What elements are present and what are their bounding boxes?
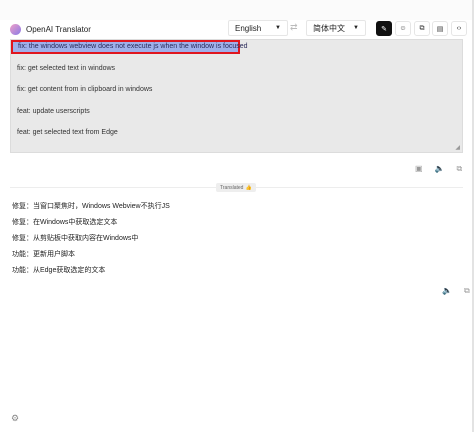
window-titlebar bbox=[0, 0, 474, 20]
chevron-down-icon: ▼ bbox=[275, 25, 281, 31]
source-language-label: English bbox=[235, 23, 262, 33]
speaker-icon[interactable]: 🔈 bbox=[442, 286, 452, 296]
copy-icon[interactable]: ⧉ bbox=[457, 164, 463, 174]
summarize-mode-button[interactable]: ⧉ bbox=[414, 21, 430, 36]
target-language-select[interactable]: 简体中文 ▼ bbox=[306, 20, 366, 36]
output-line: 修复：从剪贴板中获取内容在Windows中 bbox=[12, 235, 139, 242]
status-label: Translated bbox=[220, 184, 244, 191]
source-language-select[interactable]: English ▼ bbox=[228, 20, 288, 36]
code-mode-button[interactable]: ‹› bbox=[451, 21, 467, 36]
swap-arrows-icon[interactable]: ⇄ bbox=[290, 22, 298, 33]
output-line: 修复：当窗口聚焦时，Windows Webview不执行JS bbox=[12, 203, 170, 210]
input-line: fix: get content from in clipboard in wi… bbox=[17, 86, 153, 93]
polish-mode-button[interactable]: ☺ bbox=[395, 21, 411, 36]
ocr-icon[interactable]: ▣ bbox=[415, 164, 423, 174]
selected-line: fix: the windows webview does not execut… bbox=[18, 43, 248, 50]
source-text-area[interactable]: fix: the windows webview does not execut… bbox=[10, 39, 463, 153]
selected-text-highlight: fix: the windows webview does not execut… bbox=[11, 40, 248, 54]
speaker-icon[interactable]: 🔈 bbox=[435, 164, 445, 174]
status-badge: Translated 👍 bbox=[216, 183, 256, 192]
translate-icon: ✎ bbox=[381, 25, 387, 33]
code-icon: ‹› bbox=[456, 25, 462, 32]
input-line: feat: update userscripts bbox=[17, 108, 90, 115]
settings-gear-icon[interactable]: ⚙ bbox=[11, 413, 19, 424]
input-actions: ▣ 🔈 ⧉ ⌫ bbox=[415, 164, 474, 174]
input-line: feat: get selected text from Edge bbox=[17, 129, 118, 136]
app-title: OpenAI Translator bbox=[26, 24, 91, 34]
output-line: 功能：更新用户脚本 bbox=[12, 251, 75, 258]
list-icon: ▤ bbox=[436, 25, 444, 33]
app-logo-icon bbox=[10, 23, 21, 35]
thumbs-up-icon: 👍 bbox=[245, 184, 252, 191]
analyze-mode-button[interactable]: ▤ bbox=[432, 21, 448, 36]
output-line: 修复：在Windows中获取选定文本 bbox=[12, 219, 118, 226]
copy-icon[interactable]: ⧉ bbox=[464, 286, 470, 296]
resize-handle-icon[interactable]: ◢ bbox=[455, 144, 460, 151]
target-language-label: 简体中文 bbox=[313, 23, 345, 33]
input-line: fix: get selected text in windows bbox=[17, 65, 116, 72]
output-actions: 🔈 ⧉ bbox=[442, 286, 470, 296]
chevron-down-icon: ▼ bbox=[353, 25, 359, 31]
output-line: 功能：从Edge获取选定的文本 bbox=[12, 267, 106, 274]
app-brand: OpenAI Translator bbox=[10, 22, 91, 36]
translate-mode-button[interactable]: ✎ bbox=[376, 21, 392, 36]
document-icon: ⧉ bbox=[419, 24, 425, 32]
smile-icon: ☺ bbox=[399, 25, 407, 32]
